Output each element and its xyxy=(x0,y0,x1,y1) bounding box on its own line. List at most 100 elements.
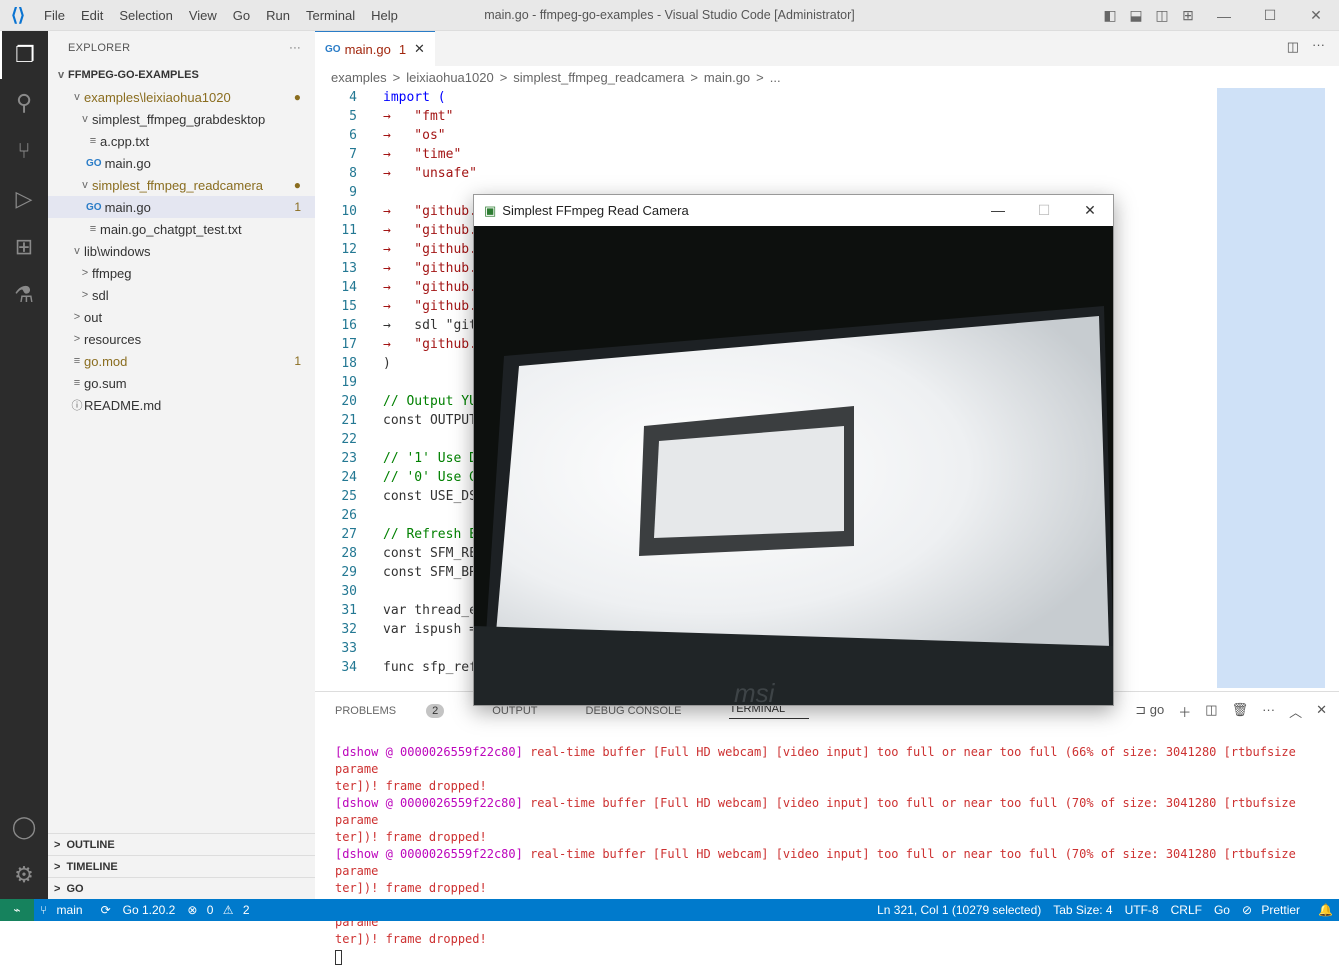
menu-run[interactable]: Run xyxy=(258,8,298,23)
workspace-root[interactable]: v FFMPEG-GO-EXAMPLES xyxy=(48,64,315,86)
section-timeline[interactable]: > TIMELINE xyxy=(48,855,315,877)
line-text: → "github. xyxy=(383,204,477,219)
maximize-panel-icon[interactable]: ︿ xyxy=(1289,702,1302,721)
search-icon[interactable]: ⚲ xyxy=(0,79,48,127)
toggle-sidebar-icon[interactable]: ◧ xyxy=(1097,7,1123,24)
close-tab-icon[interactable]: ✕ xyxy=(414,41,425,57)
camera-minimize-button[interactable]: — xyxy=(975,195,1021,225)
section-go[interactable]: > GO xyxy=(48,877,315,899)
tree-item[interactable]: ⓘ README.md xyxy=(48,394,315,416)
more-icon[interactable]: ··· xyxy=(1262,702,1275,721)
chevron-right-icon: > xyxy=(54,860,61,873)
run-debug-icon[interactable]: ▷ xyxy=(0,175,48,223)
close-panel-icon[interactable]: ✕ xyxy=(1316,702,1327,721)
customize-layout-icon[interactable]: ⊞ xyxy=(1175,7,1201,24)
encoding[interactable]: UTF-8 xyxy=(1125,903,1159,917)
breadcrumb-item[interactable]: leixiaohua1020 xyxy=(406,70,493,85)
maximize-button[interactable]: ☐ xyxy=(1247,7,1293,24)
tree-item[interactable]: > ffmpeg xyxy=(48,262,315,284)
breadcrumb-item[interactable]: main.go xyxy=(704,70,750,85)
tree-item[interactable]: ≡ main.go_chatgpt_test.txt xyxy=(48,218,315,240)
terminal-output[interactable]: [dshow @ 0000026559f22c80] real-time buf… xyxy=(315,730,1339,965)
chevron-down-icon: v xyxy=(74,245,80,257)
source-control-icon[interactable]: ⑂ xyxy=(0,127,48,175)
split-terminal-icon[interactable]: ◫ xyxy=(1205,702,1217,721)
camera-close-button[interactable]: ✕ xyxy=(1067,195,1113,225)
menu-selection[interactable]: Selection xyxy=(111,8,180,23)
tree-item[interactable]: > out xyxy=(48,306,315,328)
code-line: 8 → "unsafe" xyxy=(315,164,477,183)
code-editor[interactable]: 4 import (5 → "fmt" 6 → "os" 7 → "time" 8 → "uns… xyxy=(315,88,477,677)
accounts-icon[interactable]: ◯ xyxy=(0,803,48,851)
line-ending[interactable]: CRLF xyxy=(1171,903,1202,917)
tree-item-label: main.go xyxy=(104,155,151,171)
menu-view[interactable]: View xyxy=(181,8,225,23)
code-line: 33 xyxy=(315,639,477,658)
tree-item[interactable]: ≡ go.sum xyxy=(48,372,315,394)
panel-tab-debug-console[interactable]: DEBUG CONSOLE xyxy=(586,705,706,717)
line-number: 11 xyxy=(341,223,357,238)
menu-file[interactable]: File xyxy=(36,8,73,23)
menu-edit[interactable]: Edit xyxy=(73,8,111,23)
new-terminal-icon[interactable]: ＋ xyxy=(1178,702,1191,721)
toggle-secondary-sidebar-icon[interactable]: ◫ xyxy=(1149,7,1175,24)
tree-item[interactable]: v simplest_ffmpeg_grabdesktop xyxy=(48,108,315,130)
camera-maximize-button[interactable]: ☐ xyxy=(1021,195,1067,225)
more-actions-icon[interactable]: ··· xyxy=(289,42,301,54)
line-text: → "github. xyxy=(383,299,477,314)
extensions-icon[interactable]: ⊞ xyxy=(0,223,48,271)
tree-item[interactable]: > resources xyxy=(48,328,315,350)
explorer-icon[interactable]: ❐ xyxy=(0,31,48,79)
terminal-shell-label[interactable]: ⊐ go xyxy=(1135,702,1164,721)
prettier-status[interactable]: ⊘ Prettier xyxy=(1242,903,1306,917)
menu-terminal[interactable]: Terminal xyxy=(298,8,363,23)
tree-item-label: main.go xyxy=(104,199,151,215)
breadcrumb-item[interactable]: simplest_ffmpeg_readcamera xyxy=(513,70,684,85)
manage-gear-icon[interactable]: ⚙ xyxy=(0,851,48,899)
close-button[interactable]: ✕ xyxy=(1293,7,1339,24)
breadcrumb-item[interactable]: > xyxy=(690,70,698,85)
tab-size[interactable]: Tab Size: 4 xyxy=(1053,903,1112,917)
menu-help[interactable]: Help xyxy=(363,8,406,23)
split-editor-icon[interactable]: ◫ xyxy=(1287,39,1299,55)
breadcrumb-item[interactable]: examples xyxy=(331,70,387,85)
tree-item[interactable]: v simplest_ffmpeg_readcamera ● xyxy=(48,174,315,196)
remote-icon[interactable]: ⌁ xyxy=(0,899,34,921)
tree-item[interactable]: v examples\leixiaohua1020 ● xyxy=(48,86,315,108)
line-number: 21 xyxy=(341,413,357,428)
breadcrumb-item[interactable]: ... xyxy=(770,70,781,85)
terminal-line-wrap: ter])! frame dropped! xyxy=(335,830,487,844)
tab-main-go[interactable]: GO main.go 1 ✕ xyxy=(315,31,435,66)
language-mode[interactable]: Go xyxy=(1214,903,1230,917)
kill-terminal-icon[interactable]: 🗑 xyxy=(1232,702,1249,721)
tree-item[interactable]: ≡ a.cpp.txt xyxy=(48,130,315,152)
section-outline[interactable]: > OUTLINE xyxy=(48,833,315,855)
tree-item[interactable]: GO main.go 1 xyxy=(48,196,315,218)
more-editor-actions-icon[interactable]: ··· xyxy=(1312,37,1325,52)
minimap[interactable] xyxy=(1217,88,1325,688)
panel-tab-problems[interactable]: PROBLEMS 2 xyxy=(335,704,468,718)
breadcrumb-item[interactable]: > xyxy=(500,70,508,85)
go-file-icon: GO xyxy=(86,201,102,213)
minimize-button[interactable]: — xyxy=(1201,8,1247,24)
breadcrumb-item[interactable]: > xyxy=(393,70,401,85)
sync-icon[interactable]: ⟳ xyxy=(101,903,111,917)
branch-status[interactable]: ⑂ main xyxy=(40,903,89,917)
code-line: 26 xyxy=(315,506,477,525)
panel-tab-output[interactable]: OUTPUT xyxy=(492,705,561,717)
breadcrumb: examples > leixiaohua1020 > simplest_ffmpeg_… xyxy=(315,66,1339,88)
testing-icon[interactable]: ⚗ xyxy=(0,271,48,319)
code-line: 6 → "os" xyxy=(315,126,477,145)
tab-bar: GO main.go 1 ✕ ◫ ··· xyxy=(315,31,1339,66)
go-version[interactable]: Go 1.20.2 xyxy=(123,903,176,917)
tree-item[interactable]: ≡ go.mod 1 xyxy=(48,350,315,372)
tree-item[interactable]: GO main.go xyxy=(48,152,315,174)
problems-status[interactable]: ⊗ 0 ⚠ 2 xyxy=(187,903,255,917)
cursor-position[interactable]: Ln 321, Col 1 (10279 selected) xyxy=(877,903,1041,917)
tree-item[interactable]: > sdl xyxy=(48,284,315,306)
notifications-icon[interactable]: 🔔 xyxy=(1318,903,1333,917)
toggle-panel-icon[interactable]: ⬓ xyxy=(1123,7,1149,24)
breadcrumb-item[interactable]: > xyxy=(756,70,764,85)
menu-go[interactable]: Go xyxy=(225,8,258,23)
tree-item[interactable]: v lib\windows xyxy=(48,240,315,262)
